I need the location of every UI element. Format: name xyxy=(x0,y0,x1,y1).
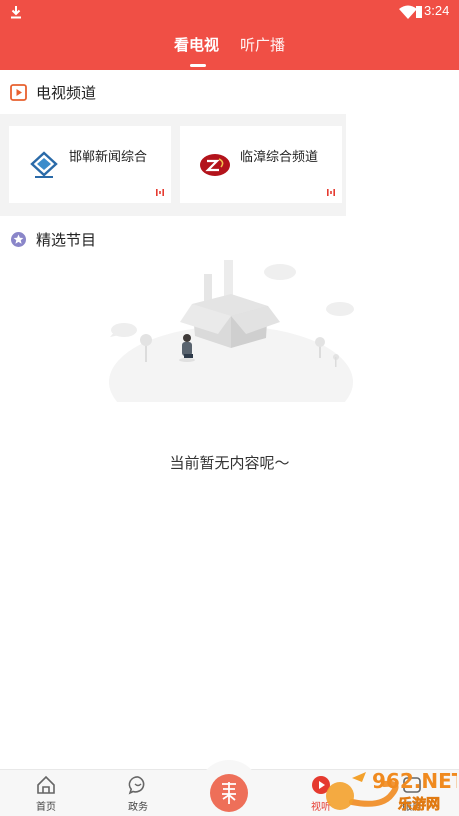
tab-watch-tv[interactable]: 看电视 xyxy=(174,34,219,55)
empty-state-message: 当前暂无内容呢～ xyxy=(169,455,290,472)
top-header: 3:24 看电视 听广播 xyxy=(0,0,459,70)
tv-play-icon xyxy=(10,83,27,101)
handan-news-logo xyxy=(30,151,58,178)
star-badge-icon xyxy=(11,231,26,247)
watermark-site: 乐游网 xyxy=(398,796,440,813)
featured-section-title: 精选节目 xyxy=(36,231,97,249)
channel-name: 临漳综合频道 xyxy=(240,149,319,164)
download-icon xyxy=(11,6,21,19)
nav-government[interactable]: 政务 xyxy=(113,774,163,813)
site-watermark: 962.NET 乐游网 xyxy=(326,769,457,813)
empty-state-illustration xyxy=(109,260,354,402)
nav-government-label: 政务 xyxy=(128,802,148,813)
linzhang-logo xyxy=(200,154,230,176)
tv-section-header: 电视频道 xyxy=(10,82,96,102)
channel-card[interactable]: 临漳综合频道 xyxy=(180,126,342,203)
home-icon xyxy=(37,775,55,794)
live-indicator-icon xyxy=(327,189,335,196)
chat-icon xyxy=(128,776,145,795)
status-time: 3:24 xyxy=(424,3,450,18)
tab-listen-radio[interactable]: 听广播 xyxy=(240,34,285,55)
battery-icon xyxy=(416,6,422,18)
nav-home-label: 首页 xyxy=(36,802,56,813)
status-bar: 3:24 xyxy=(0,0,459,24)
watermark-brand: 962.NET xyxy=(372,769,457,793)
live-indicator-icon xyxy=(156,189,164,196)
featured-section-header: 精选节目 xyxy=(10,229,96,249)
channel-card[interactable]: 邯郸新闻综合 xyxy=(9,126,171,203)
center-brand-button[interactable] xyxy=(210,774,248,812)
channel-tabs: 看电视 听广播 xyxy=(0,34,459,64)
tv-section-title: 电视频道 xyxy=(36,84,97,102)
active-tab-indicator xyxy=(190,64,206,67)
channel-name: 邯郸新闻综合 xyxy=(69,149,148,164)
brand-seal-icon xyxy=(222,782,236,804)
nav-home[interactable]: 首页 xyxy=(21,774,71,813)
